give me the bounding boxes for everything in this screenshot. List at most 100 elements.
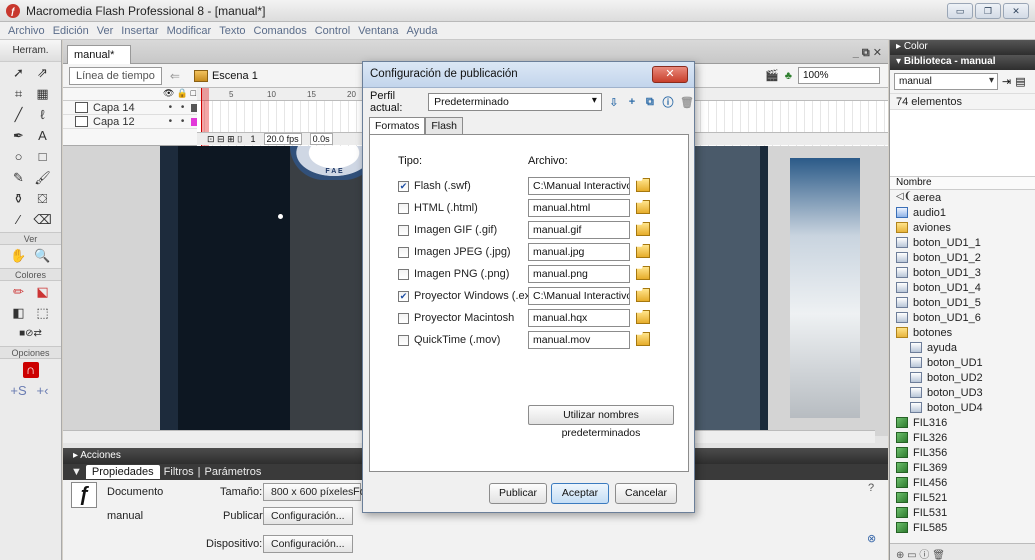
expand-icon[interactable]: ⊗ (867, 532, 876, 545)
import-export-profile-icon[interactable]: ⇩ (608, 95, 620, 109)
menu-edicion[interactable]: Edición (49, 25, 93, 37)
document-size-button[interactable]: 800 x 600 píxeles (263, 483, 362, 501)
straighten-icon[interactable]: +‹ (35, 383, 51, 399)
text-tool-icon[interactable]: A (35, 128, 51, 144)
brush-tool-icon[interactable]: 🖌 (34, 170, 51, 186)
library-name-column[interactable]: Nombre (890, 177, 1035, 190)
line-tool-icon[interactable]: ╱ (11, 107, 27, 123)
library-panel-header[interactable]: ▾ Biblioteca - manual (890, 55, 1035, 70)
use-default-names-button[interactable]: Utilizar nombres predeterminados (528, 405, 674, 439)
format-checkbox[interactable] (398, 269, 409, 280)
cancel-button[interactable]: Cancelar (615, 483, 677, 504)
format-checkbox[interactable] (398, 335, 409, 346)
library-item[interactable]: FIL316 (890, 415, 1035, 430)
library-item[interactable]: boton_UD3 (890, 385, 1035, 400)
layer-toggles[interactable]: • • (169, 116, 188, 127)
format-file-input[interactable]: manual.png (528, 265, 630, 283)
lasso-tool-icon[interactable]: ℓ (35, 107, 51, 123)
delete-icon[interactable]: 🗑 (932, 550, 945, 560)
new-symbol-icon[interactable]: ⊕ (896, 550, 904, 560)
library-item[interactable]: FIL326 (890, 430, 1035, 445)
format-label[interactable]: Proyector Windows (.exe) (414, 290, 540, 302)
paint-bucket-tool-icon[interactable]: ⛋ (35, 191, 51, 207)
new-library-icon[interactable]: ▤ (1015, 75, 1025, 88)
profile-select[interactable]: Predeterminado (428, 93, 602, 111)
publish-button[interactable]: Publicar (489, 483, 547, 504)
color-panel-header[interactable]: ▸ Color (890, 40, 1035, 55)
library-item[interactable]: ◁❨ aerea (890, 190, 1035, 205)
format-label[interactable]: QuickTime (.mov) (414, 334, 500, 346)
library-document-select[interactable]: manual (894, 73, 998, 90)
library-item[interactable]: boton_UD1_5 (890, 295, 1035, 310)
format-file-input[interactable]: manual.jpg (528, 243, 630, 261)
menu-ver[interactable]: Ver (93, 25, 118, 37)
ok-button[interactable]: Aceptar (551, 483, 609, 504)
zoom-tool-icon[interactable]: 🔍 (34, 248, 50, 264)
format-label[interactable]: HTML (.html) (414, 202, 478, 214)
format-file-input[interactable]: C:\Manual Interactivo\mar (528, 287, 630, 305)
minimize-button[interactable]: ▭ (947, 3, 973, 19)
format-file-input[interactable]: manual.html (528, 199, 630, 217)
library-item[interactable]: FIL369 (890, 460, 1035, 475)
library-item[interactable]: boton_UD1_3 (890, 265, 1035, 280)
device-settings-button[interactable]: Configuración... (263, 535, 353, 553)
format-checkbox[interactable]: ✔ (398, 181, 409, 192)
library-item[interactable]: boton_UD1 (890, 355, 1035, 370)
library-item[interactable]: boton_UD4 (890, 400, 1035, 415)
library-item[interactable]: audio1 (890, 205, 1035, 220)
selection-tool-icon[interactable]: ➚ (11, 65, 27, 81)
publish-settings-button[interactable]: Configuración... (263, 507, 353, 525)
library-item[interactable]: FIL521 (890, 490, 1035, 505)
library-item[interactable]: FIL456 (890, 475, 1035, 490)
format-label[interactable]: Proyector Macintosh (414, 312, 514, 324)
zoom-select[interactable]: 100% (798, 67, 880, 84)
add-profile-icon[interactable]: + (626, 95, 638, 109)
format-file-input[interactable]: manual.gif (528, 221, 630, 239)
document-window-controls[interactable]: _ ⧉ ✕ (853, 46, 882, 60)
swap-colors-icon[interactable]: ■⊘⇄ (19, 326, 42, 342)
oval-tool-icon[interactable]: ○ (11, 149, 27, 165)
tab-formatos[interactable]: Formatos (369, 117, 426, 135)
browse-folder-icon[interactable] (636, 222, 650, 236)
delete-profile-icon[interactable]: 🗑 (680, 95, 694, 109)
properties-icon[interactable]: ⓘ (919, 550, 929, 560)
hand-tool-icon[interactable]: ✋ (10, 248, 26, 264)
format-checkbox[interactable] (398, 247, 409, 258)
subselection-tool-icon[interactable]: ⇗ (35, 65, 51, 81)
menu-texto[interactable]: Texto (215, 25, 249, 37)
restore-button[interactable]: ❐ (975, 3, 1001, 19)
format-checkbox[interactable] (398, 313, 409, 324)
tab-parametros[interactable]: Parámetros (204, 466, 261, 478)
tab-propiedades[interactable]: Propiedades (85, 465, 160, 479)
menu-ayuda[interactable]: Ayuda (403, 25, 442, 37)
format-label[interactable]: Imagen JPEG (.jpg) (414, 246, 511, 258)
library-item[interactable]: FIL585 (890, 520, 1035, 535)
eyedropper-tool-icon[interactable]: ⁄ (11, 212, 27, 228)
pen-tool-icon[interactable]: ✒ (11, 128, 27, 144)
browse-folder-icon[interactable] (636, 200, 650, 214)
browse-folder-icon[interactable] (636, 332, 650, 346)
library-item[interactable]: FIL531 (890, 505, 1035, 520)
pencil-tool-icon[interactable]: ✎ (11, 170, 27, 186)
duplicate-profile-icon[interactable]: ⧉ (644, 95, 656, 109)
library-item[interactable]: boton_UD1_1 (890, 235, 1035, 250)
fill-color-icon[interactable]: ⬕ (35, 284, 51, 300)
format-label[interactable]: Flash (.swf) (414, 180, 471, 192)
menu-control[interactable]: Control (311, 25, 354, 37)
smooth-icon[interactable]: +S (10, 383, 26, 399)
document-tab[interactable]: manual* (67, 45, 131, 64)
format-file-input[interactable]: C:\Manual Interactivo\mar (528, 177, 630, 195)
tab-filtros[interactable]: Filtros (164, 466, 194, 478)
help-icon[interactable]: ? (868, 482, 874, 494)
new-folder-icon[interactable]: ▭ (907, 550, 916, 560)
back-arrow-icon[interactable]: ⇐ (170, 69, 180, 83)
library-item[interactable]: boton_UD1_2 (890, 250, 1035, 265)
tab-flash[interactable]: Flash (425, 117, 464, 134)
snap-to-objects-icon[interactable]: ∩ (22, 361, 39, 378)
library-item[interactable]: boton_UD1_4 (890, 280, 1035, 295)
profile-properties-icon[interactable]: ⓘ (662, 95, 674, 109)
free-transform-tool-icon[interactable]: ⌗ (11, 86, 27, 102)
timeline-toggle-button[interactable]: Línea de tiempo (69, 66, 162, 85)
menu-insertar[interactable]: Insertar (117, 25, 162, 37)
menu-archivo[interactable]: Archivo (4, 25, 49, 37)
